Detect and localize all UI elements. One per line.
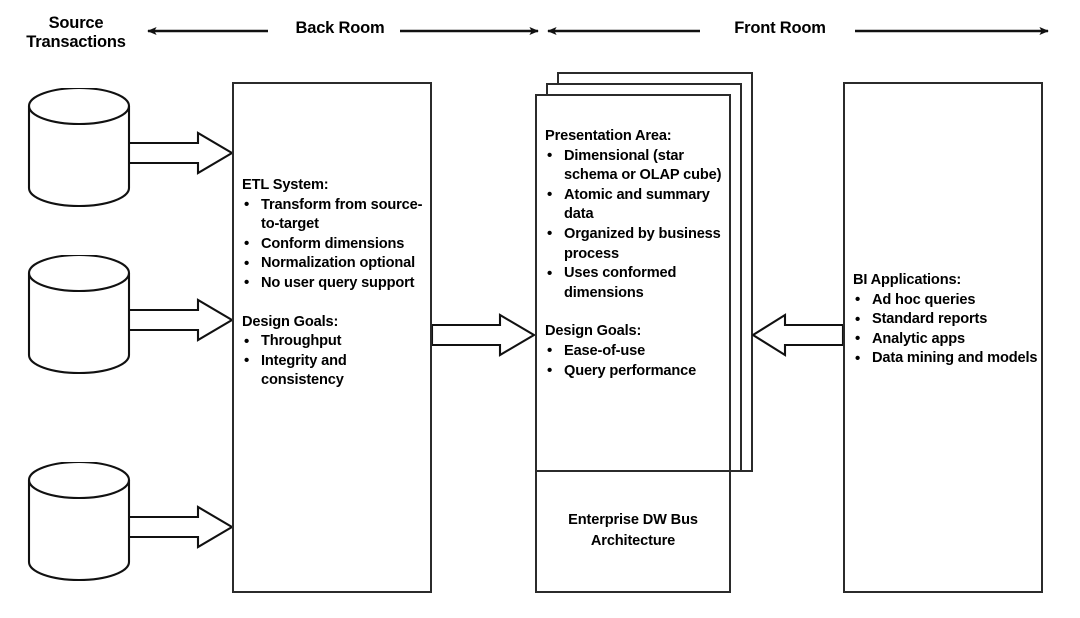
presentation-bullet-list: Dimensional (star schema or OLAP cube) A… — [545, 146, 731, 304]
list-item: Data mining and models — [853, 349, 1043, 369]
arrow-etl-to-presentation — [432, 313, 537, 357]
list-item: Conform dimensions — [242, 234, 432, 255]
source-database-cylinder-1 — [27, 88, 131, 208]
etl-heading: ETL System: — [242, 177, 329, 193]
list-item: Ad hoc queries — [853, 290, 1043, 311]
presentation-heading: Presentation Area: — [545, 128, 672, 144]
source-database-cylinder-2 — [27, 255, 131, 375]
list-item: Integrity and consistency — [242, 351, 432, 391]
etl-bullet-list: Transform from source-to-target Conform … — [242, 195, 432, 294]
list-item: Organized by business process — [545, 224, 731, 264]
presentation-text-block: Presentation Area: Dimensional (star sch… — [545, 127, 731, 381]
enterprise-dw-bus-label: Enterprise DW Bus Architecture — [568, 512, 698, 549]
arrow-bi-to-presentation — [752, 313, 845, 357]
etl-design-goals-heading: Design Goals: — [242, 313, 339, 330]
arrow-source1-to-etl — [128, 131, 235, 175]
list-item: No user query support — [242, 273, 432, 294]
list-item: Standard reports — [853, 310, 1043, 330]
bi-bullet-list: Ad hoc queries Standard reports Analytic… — [853, 290, 1043, 369]
presentation-design-goals-heading: Design Goals: — [545, 323, 642, 340]
etl-goals-list: Throughput Integrity and consistency — [242, 332, 432, 391]
list-item: Ease-of-use — [545, 341, 731, 362]
list-item: Normalization optional — [242, 254, 432, 274]
presentation-goals-list: Ease-of-use Query performance — [545, 341, 731, 382]
list-item: Transform from source-to-target — [242, 195, 432, 235]
bi-text-block: BI Applications: Ad hoc queries Standard… — [853, 271, 1043, 369]
source-database-cylinder-3 — [27, 462, 131, 582]
etl-text-block: ETL System: Transform from source-to-tar… — [242, 176, 432, 391]
bi-heading: BI Applications: — [853, 272, 962, 288]
diagram-canvas: Source Transactions Back Room Front Room — [0, 0, 1080, 618]
list-item: Dimensional (star schema or OLAP cube) — [545, 146, 731, 186]
list-item: Uses conformed dimensions — [545, 264, 731, 303]
list-item: Query performance — [545, 361, 731, 382]
list-item: Analytic apps — [853, 329, 1043, 350]
arrow-source3-to-etl — [128, 505, 235, 549]
list-item: Throughput — [242, 332, 432, 352]
list-item: Atomic and summary data — [545, 185, 731, 225]
header-span-arrows — [147, 27, 1049, 35]
arrow-source2-to-etl — [128, 298, 235, 342]
